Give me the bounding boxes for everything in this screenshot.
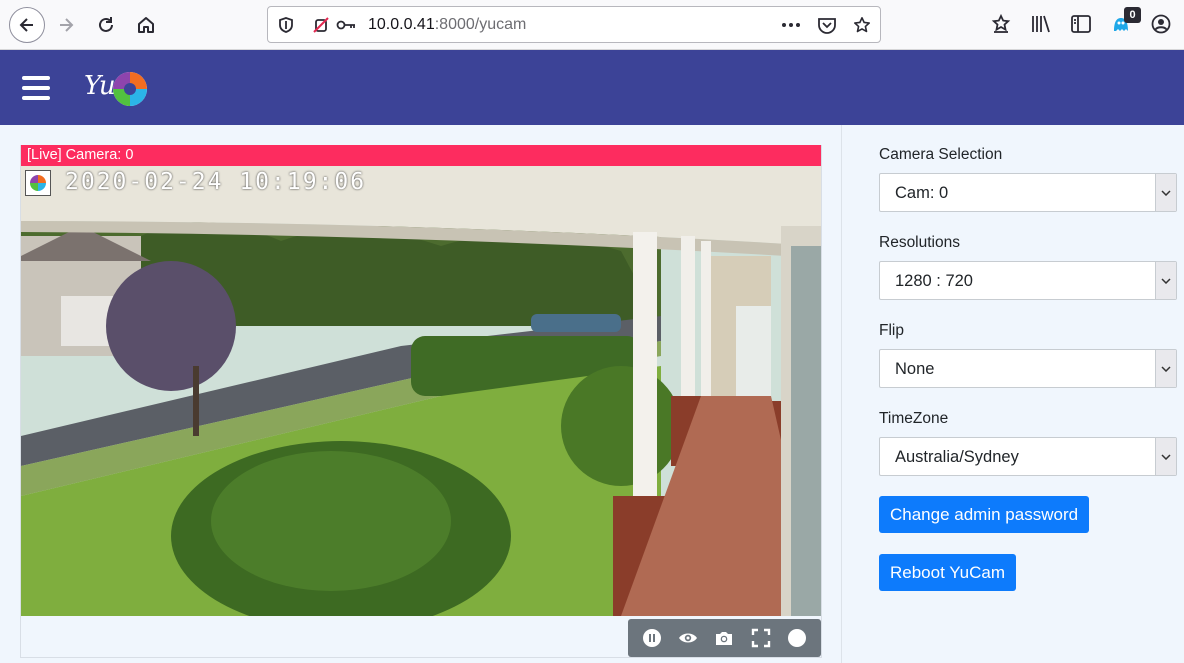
reload-icon [99,17,113,32]
chevron-down-icon[interactable] [1155,350,1176,387]
camera-selection-label: Camera Selection [879,146,1003,163]
osd-timestamp: 2020-02-24 10:19:06 [65,169,367,195]
pause-button[interactable] [640,626,664,650]
menu-icon[interactable] [22,76,50,100]
change-admin-password-button[interactable]: Change admin password [879,496,1090,533]
snapshot-button[interactable] [712,626,736,650]
chevron-down-icon[interactable] [1155,174,1176,211]
home-button[interactable] [130,9,162,41]
url-text[interactable]: 10.0.0.41:8000/yucam [368,16,526,34]
back-button[interactable] [9,7,45,43]
record-icon [787,629,806,647]
chevron-down-icon[interactable] [1155,262,1176,299]
sidebar-icon[interactable] [1070,13,1092,35]
timezone-select[interactable]: Australia/Sydney [879,437,1177,476]
reload-button[interactable] [90,9,122,41]
forward-button[interactable] [50,9,82,41]
fullscreen-button[interactable] [749,626,773,650]
flip-label: Flip [879,322,904,339]
pocket-icon[interactable] [817,16,837,34]
url-bar[interactable]: 10.0.0.41:8000/yucam [267,6,881,43]
reboot-button[interactable]: Reboot YuCam [879,554,1016,591]
fullscreen-icon [751,628,770,648]
camera-feed[interactable]: 2020-02-24 10:19:06 [21,166,821,616]
url-path: :8000/yucam [434,16,527,33]
forward-icon [60,18,74,32]
eye-icon [679,633,698,643]
app-header: Yu [0,50,1184,125]
camera-scene [21,166,821,616]
browser-toolbar: 10.0.0.41:8000/yucam 0 [0,0,1184,50]
osd-logo [25,170,51,196]
panel-divider [841,125,842,663]
flip-value: None [895,360,935,378]
url-host: 10.0.0.41 [368,16,435,33]
account-icon[interactable] [1150,13,1172,35]
logo-text: Yu [84,71,116,101]
extension-badge: 0 [1124,7,1141,23]
star-icon[interactable] [852,16,872,34]
back-icon [19,18,33,32]
key-icon[interactable] [336,16,356,34]
resolutions-value: 1280 : 720 [895,272,973,290]
view-button[interactable] [676,626,700,650]
camera-icon [716,632,733,645]
yucam-logo[interactable]: Yu [82,62,152,114]
video-controls [628,619,821,657]
more-icon[interactable] [780,16,802,34]
flip-select[interactable]: None [879,349,1177,388]
camera-selection-value: Cam: 0 [895,184,949,202]
tracking-off-icon[interactable] [312,16,330,34]
chevron-down-icon[interactable] [1155,438,1176,475]
shield-icon[interactable] [277,16,295,34]
live-status-bar: [Live] Camera: 0 [21,145,821,166]
timezone-value: Australia/Sydney [895,448,1019,466]
home-icon [138,17,154,33]
bookmark-star-icon[interactable] [990,13,1012,35]
timezone-label: TimeZone [879,410,949,427]
library-icon[interactable] [1030,13,1052,35]
camera-selection-select[interactable]: Cam: 0 [879,173,1177,212]
record-button[interactable] [785,626,809,650]
resolutions-select[interactable]: 1280 : 720 [879,261,1177,300]
resolutions-label: Resolutions [879,234,960,251]
pause-icon [643,629,662,647]
